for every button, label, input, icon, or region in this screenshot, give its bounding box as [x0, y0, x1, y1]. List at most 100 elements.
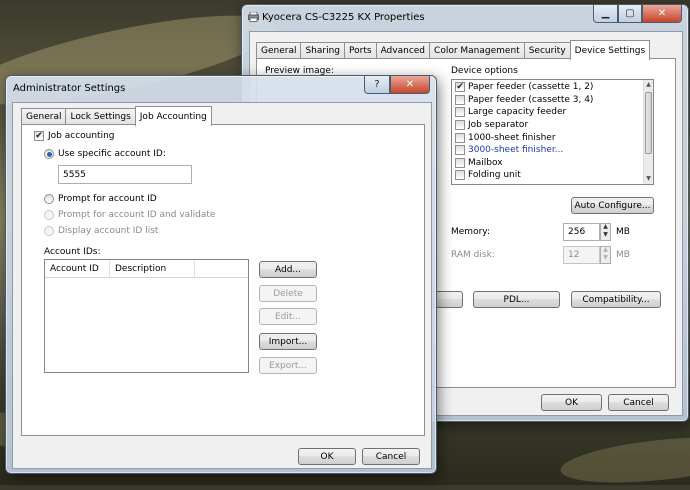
memory-stepper[interactable]: ▲ ▼ — [600, 223, 611, 241]
help-icon[interactable]: ? — [364, 76, 390, 94]
device-option-checkbox[interactable] — [455, 132, 465, 143]
tab-general[interactable]: General — [21, 108, 67, 125]
tab-security[interactable]: Security — [523, 42, 571, 59]
device-option-checkbox[interactable] — [455, 120, 465, 131]
import-button[interactable]: Import... — [259, 333, 317, 350]
bg-cancel-button[interactable]: Cancel — [608, 394, 669, 411]
prompt-validate-row[interactable]: Prompt for account ID and validate — [44, 210, 215, 220]
scroll-up-icon[interactable]: ▲ — [644, 80, 653, 90]
prompt-id-radio[interactable] — [44, 194, 54, 204]
display-list-radio[interactable] — [44, 226, 54, 236]
use-specific-row[interactable]: Use specific account ID: — [44, 149, 166, 159]
tab-advanced[interactable]: Advanced — [375, 42, 431, 59]
close-icon[interactable]: ✕ — [390, 76, 430, 94]
column-description[interactable]: Description — [110, 260, 195, 278]
device-option-item[interactable]: Job separator — [455, 119, 641, 132]
device-option-checkbox[interactable] — [455, 145, 465, 156]
dialog-client: General Lock Settings Job Accounting ✔ J… — [12, 102, 432, 469]
auto-configure-button[interactable]: Auto Configure... — [571, 197, 654, 214]
account-ids-listview[interactable]: Account ID Description — [44, 259, 249, 373]
chevron-down-icon[interactable]: ▼ — [601, 255, 610, 263]
ramdisk-unit: MB — [616, 250, 630, 260]
account-ids-header: Account ID Description — [45, 260, 248, 278]
bg-ok-button[interactable]: OK — [541, 394, 602, 411]
printer-icon — [248, 11, 259, 22]
ramdisk-input[interactable]: 12 — [563, 246, 600, 264]
job-accounting-checkbox[interactable]: ✔ — [34, 131, 44, 141]
account-ids-label: Account IDs: — [44, 247, 101, 257]
device-option-checkbox[interactable] — [455, 107, 465, 118]
device-option-item[interactable]: Paper feeder (cassette 3, 4) — [455, 94, 641, 107]
use-specific-label: Use specific account ID: — [58, 149, 166, 159]
maximize-icon[interactable]: ▢ — [618, 5, 642, 23]
tab-job-accounting[interactable]: Job Accounting — [134, 106, 212, 126]
use-specific-radio[interactable] — [44, 149, 54, 159]
window-title: Kyocera CS-C3225 KX Properties — [262, 12, 425, 23]
device-options-label: Device options — [451, 66, 518, 76]
display-list-label: Display account ID list — [58, 226, 159, 236]
device-options-scrollbar[interactable]: ▲ ▼ — [643, 80, 653, 184]
device-option-checkbox[interactable]: ✔ — [455, 82, 465, 93]
device-option-item[interactable]: Folding unit — [455, 169, 641, 182]
device-option-label: 3000-sheet finisher... — [468, 145, 564, 156]
device-option-label: Job separator — [468, 120, 529, 131]
job-accounting-panel: ✔ Job accounting Use specific account ID… — [21, 124, 425, 436]
check-icon: ✔ — [35, 131, 43, 141]
device-option-label: Mailbox — [468, 157, 503, 168]
printer-properties-titlebar[interactable]: Kyocera CS-C3225 KX Properties ▁ ▢ ✕ — [242, 5, 688, 31]
tab-device-settings[interactable]: Device Settings — [569, 40, 651, 60]
ramdisk-stepper[interactable]: ▲ ▼ — [600, 246, 611, 264]
delete-button[interactable]: Delete — [259, 285, 317, 302]
device-options-list[interactable]: ✔ Paper feeder (cassette 1, 2) Paper feede… — [451, 79, 654, 185]
job-accounting-row[interactable]: ✔ Job accounting — [34, 131, 115, 141]
device-option-label: Large capacity feeder — [468, 107, 567, 118]
device-option-checkbox[interactable] — [455, 157, 465, 168]
dialog-titlebar[interactable]: Administrator Settings ? ✕ — [6, 76, 436, 102]
chevron-down-icon[interactable]: ▼ — [601, 232, 610, 240]
prompt-id-label: Prompt for account ID — [58, 194, 157, 204]
add-button[interactable]: Add... — [259, 261, 317, 278]
close-icon[interactable]: ✕ — [642, 5, 682, 23]
pdl-button[interactable]: PDL... — [473, 291, 560, 308]
device-option-item[interactable]: 1000-sheet finisher — [455, 131, 641, 144]
prompt-id-row[interactable]: Prompt for account ID — [44, 194, 157, 204]
dialog-title: Administrator Settings — [13, 83, 126, 94]
dialog-cancel-button[interactable]: Cancel — [362, 448, 420, 465]
device-option-label: 1000-sheet finisher — [468, 132, 556, 143]
export-button[interactable]: Export... — [259, 357, 317, 374]
tab-lock-settings[interactable]: Lock Settings — [65, 108, 136, 125]
prompt-validate-label: Prompt for account ID and validate — [58, 210, 216, 220]
device-option-checkbox[interactable] — [455, 170, 465, 181]
device-option-item[interactable]: Large capacity feeder — [455, 106, 641, 119]
device-option-item[interactable]: Mailbox — [455, 157, 641, 170]
device-option-label: Paper feeder (cassette 1, 2) — [468, 82, 594, 93]
scroll-thumb[interactable] — [645, 92, 652, 154]
memory-input[interactable]: 256 — [563, 223, 600, 241]
tab-sharing[interactable]: Sharing — [300, 42, 346, 59]
memory-unit: MB — [616, 227, 630, 237]
minimize-icon[interactable]: ▁ — [593, 5, 618, 23]
edit-button[interactable]: Edit... — [259, 308, 317, 325]
tab-general[interactable]: General — [256, 42, 302, 59]
device-option-item[interactable]: 3000-sheet finisher... — [455, 144, 641, 157]
display-list-row[interactable]: Display account ID list — [44, 226, 158, 236]
column-account-id[interactable]: Account ID — [45, 260, 110, 278]
device-option-label: Folding unit — [468, 170, 521, 181]
ramdisk-label: RAM disk: — [451, 250, 495, 260]
account-id-input[interactable]: 5555 — [58, 165, 192, 184]
memory-label: Memory: — [451, 227, 490, 237]
tab-color-management[interactable]: Color Management — [429, 42, 525, 59]
dialog-ok-button[interactable]: OK — [298, 448, 356, 465]
printer-properties-tabs: General Sharing Ports Advanced Color Man… — [256, 37, 651, 60]
check-icon: ✔ — [456, 82, 464, 93]
device-option-label: Paper feeder (cassette 3, 4) — [468, 94, 594, 105]
scroll-down-icon[interactable]: ▼ — [644, 174, 653, 184]
compatibility-button[interactable]: Compatibility... — [571, 291, 661, 308]
device-option-checkbox[interactable] — [455, 94, 465, 105]
prompt-validate-radio[interactable] — [44, 210, 54, 220]
caption-buttons: ▁ ▢ ✕ — [593, 5, 682, 23]
tab-ports[interactable]: Ports — [344, 42, 377, 59]
device-option-item[interactable]: ✔ Paper feeder (cassette 1, 2) — [455, 81, 641, 94]
wallpaper-streak — [558, 429, 690, 490]
administrator-settings-dialog: Administrator Settings ? ✕ General Lock … — [5, 75, 437, 474]
